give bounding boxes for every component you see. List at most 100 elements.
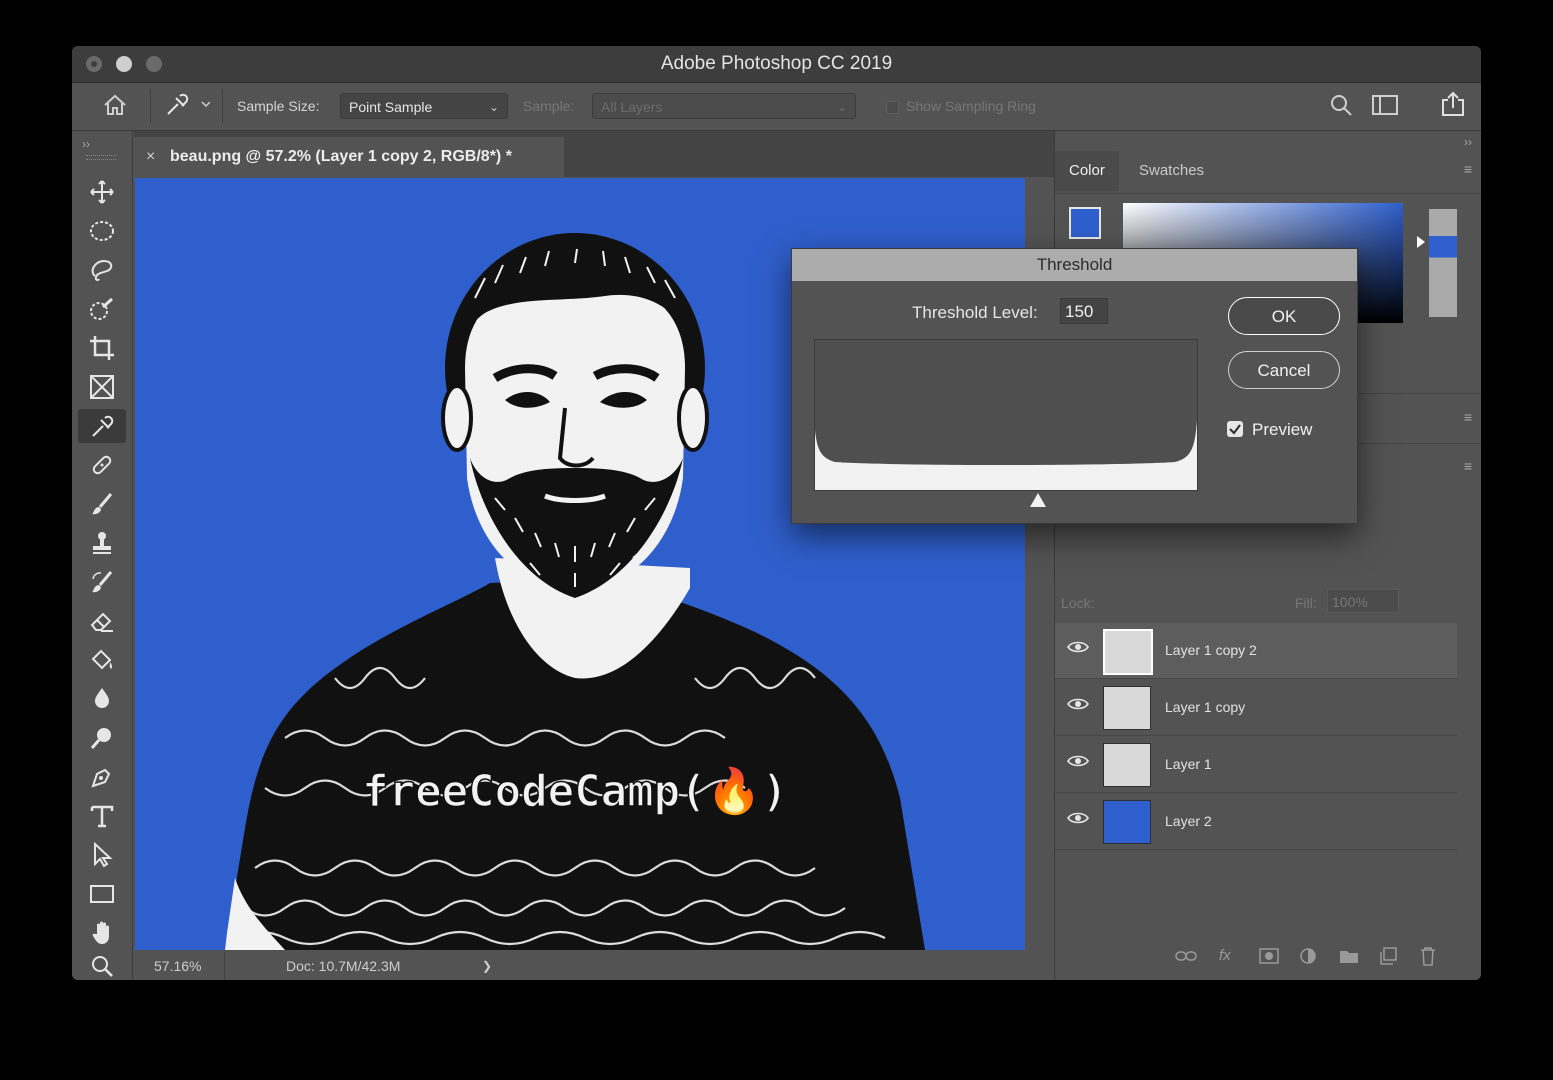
hand-icon[interactable]	[78, 916, 126, 950]
grip-icon[interactable]	[86, 155, 116, 160]
panel-menu-icon[interactable]: ≡	[1464, 409, 1472, 425]
sample-value: All Layers	[601, 99, 663, 115]
checkmark-icon	[1229, 424, 1241, 435]
paint-bucket-icon[interactable]	[78, 643, 126, 677]
zoom-tool-icon[interactable]	[78, 953, 126, 979]
visibility-eye-icon[interactable]	[1067, 640, 1089, 657]
blur-icon[interactable]	[78, 682, 126, 716]
search-icon[interactable]	[1330, 94, 1352, 119]
visibility-eye-icon[interactable]	[1067, 697, 1089, 714]
title-bar: Adobe Photoshop CC 2019	[72, 46, 1481, 83]
brush-icon[interactable]	[78, 487, 126, 521]
type-tool-icon[interactable]	[78, 799, 126, 833]
share-icon[interactable]	[1440, 91, 1466, 120]
layer-thumbnail	[1103, 800, 1151, 844]
layers-footer: fx	[1055, 939, 1481, 979]
lasso-icon[interactable]	[78, 253, 126, 287]
fill-value: 100%	[1332, 594, 1368, 610]
status-bar: 57.16% Doc: 10.7M/42.3M ❯	[134, 952, 1054, 980]
panel-menu-icon[interactable]: ≡	[1464, 161, 1472, 177]
eraser-icon[interactable]	[78, 604, 126, 638]
move-tool-icon[interactable]	[78, 175, 126, 209]
sample-select[interactable]: All Layers ⌄	[592, 93, 856, 119]
layer-row[interactable]: Layer 1 copy 2	[1055, 623, 1457, 679]
fill-field[interactable]: 100%	[1327, 589, 1399, 613]
threshold-slider-handle[interactable]	[1030, 493, 1046, 507]
dodge-icon[interactable]	[78, 721, 126, 755]
sample-size-value: Point Sample	[349, 99, 433, 115]
threshold-level-value: 150	[1065, 302, 1094, 321]
frame-icon[interactable]	[78, 370, 126, 404]
layer-row[interactable]: Layer 2	[1055, 794, 1457, 850]
tools-panel: ››	[72, 131, 133, 980]
layer-name: Layer 1 copy	[1165, 699, 1246, 715]
path-selection-icon[interactable]	[78, 838, 126, 872]
folder-icon[interactable]	[1339, 948, 1359, 969]
elliptical-marquee-icon[interactable]	[78, 214, 126, 248]
hue-slider-handle[interactable]	[1417, 236, 1425, 248]
visibility-eye-icon[interactable]	[1067, 754, 1089, 771]
eyedropper-preset-icon[interactable]	[164, 92, 211, 121]
status-menu-arrow[interactable]: ❯	[482, 952, 492, 980]
layer-thumbnail	[1103, 629, 1153, 675]
sample-label: Sample:	[523, 98, 575, 114]
collapse-icon[interactable]: ››	[1464, 135, 1472, 149]
mask-icon[interactable]	[1259, 948, 1279, 969]
preview-checkbox[interactable]	[1227, 421, 1243, 437]
zoom-level[interactable]: 57.16%	[154, 952, 201, 980]
history-brush-icon[interactable]	[78, 565, 126, 599]
close-tab-icon[interactable]: ×	[146, 137, 155, 177]
ok-button[interactable]: OK	[1228, 297, 1340, 335]
layer-thumbnail	[1103, 686, 1151, 730]
pen-icon[interactable]	[78, 760, 126, 794]
doc-info: Doc: 10.7M/42.3M	[286, 958, 401, 974]
workspace-icon[interactable]	[1372, 95, 1398, 118]
trash-icon[interactable]	[1419, 946, 1437, 971]
tab-color[interactable]: Color	[1055, 151, 1119, 191]
show-sampling-ring-label: Show Sampling Ring	[906, 98, 1036, 114]
link-layers-icon[interactable]	[1175, 949, 1197, 968]
lock-label: Lock:	[1061, 595, 1095, 611]
crop-icon[interactable]	[78, 331, 126, 365]
histogram	[814, 339, 1198, 491]
layer-lock-row: Lock: Fill: 100%	[1055, 583, 1481, 621]
layer-row[interactable]: Layer 1 copy	[1055, 680, 1457, 736]
home-icon[interactable]	[102, 93, 128, 120]
sample-size-select[interactable]: Point Sample ⌄	[340, 93, 508, 119]
new-layer-icon[interactable]	[1379, 947, 1397, 970]
eyedropper-icon[interactable]	[78, 409, 126, 443]
layer-thumbnail	[1103, 743, 1151, 787]
cancel-button[interactable]: Cancel	[1228, 351, 1340, 389]
tab-swatches[interactable]: Swatches	[1125, 151, 1218, 191]
document-tab-title: beau.png @ 57.2% (Layer 1 copy 2, RGB/8*…	[170, 148, 512, 165]
document-tab-bar: × beau.png @ 57.2% (Layer 1 copy 2, RGB/…	[134, 131, 1054, 177]
document-tab[interactable]: × beau.png @ 57.2% (Layer 1 copy 2, RGB/…	[134, 137, 564, 177]
sample-size-label: Sample Size:	[237, 98, 320, 114]
rectangle-tool-icon[interactable]	[78, 877, 126, 911]
quick-selection-icon[interactable]	[78, 292, 126, 326]
show-sampling-ring-checkbox[interactable]	[886, 101, 899, 114]
threshold-level-label: Threshold Level:	[912, 303, 1038, 322]
adjustment-layer-icon[interactable]	[1299, 947, 1317, 970]
histogram-chart	[815, 340, 1197, 465]
fill-label: Fill:	[1295, 595, 1317, 611]
dialog-title: Threshold	[792, 249, 1357, 281]
visibility-eye-icon[interactable]	[1067, 811, 1089, 828]
layer-name: Layer 2	[1165, 813, 1212, 829]
chevron-down-icon: ⌄	[488, 100, 499, 114]
chevron-down-icon: ⌄	[836, 100, 847, 114]
layer-name: Layer 1	[1165, 756, 1212, 772]
window-title: Adobe Photoshop CC 2019	[660, 53, 893, 74]
hue-slider[interactable]	[1429, 209, 1457, 317]
collapse-icon[interactable]: ››	[82, 137, 90, 151]
layer-name: Layer 1 copy 2	[1165, 642, 1257, 658]
healing-brush-icon[interactable]	[78, 448, 126, 482]
panel-menu-icon[interactable]: ≡	[1464, 458, 1472, 474]
shirt-text: freeCodeCamp(🔥)	[362, 766, 788, 817]
fx-icon[interactable]: fx	[1219, 947, 1231, 964]
layer-row[interactable]: Layer 1	[1055, 737, 1457, 793]
clone-stamp-icon[interactable]	[78, 526, 126, 560]
foreground-color-swatch[interactable]	[1069, 207, 1101, 239]
threshold-level-input[interactable]: 150	[1060, 298, 1108, 324]
preview-label: Preview	[1252, 420, 1313, 439]
